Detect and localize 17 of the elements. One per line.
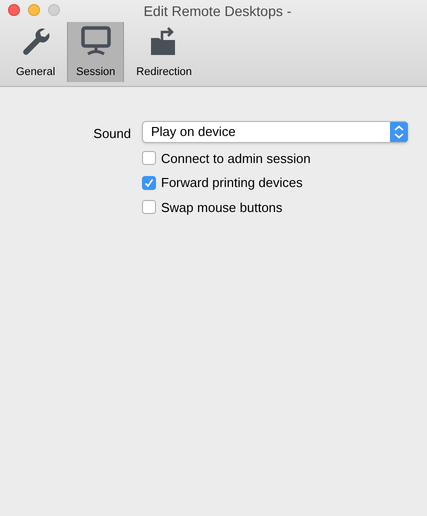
- monitor-icon: [78, 24, 113, 58]
- checkbox-label: Forward printing devices: [161, 174, 303, 192]
- toolbar-tab[interactable]: Session: [67, 22, 124, 82]
- checkbox[interactable]: [142, 151, 156, 166]
- toolbar-tab[interactable]: General: [8, 22, 64, 82]
- window-title: Edit Remote Desktops -: [142, 2, 292, 21]
- checkbox[interactable]: [142, 176, 156, 190]
- checkbox-label: Connect to admin session: [161, 150, 311, 168]
- stepper-icon: [390, 122, 408, 142]
- toolbar-tab[interactable]: Redirection: [128, 22, 200, 82]
- minimize-button[interactable]: [28, 4, 40, 16]
- checkbox[interactable]: [142, 200, 156, 214]
- checkbox-label: Swap mouse buttons: [161, 198, 282, 217]
- close-button[interactable]: [8, 4, 20, 16]
- zoom-button[interactable]: [48, 4, 60, 16]
- sound-label: Sound: [92, 125, 131, 143]
- sound-popup[interactable]: Play on device: [142, 121, 408, 143]
